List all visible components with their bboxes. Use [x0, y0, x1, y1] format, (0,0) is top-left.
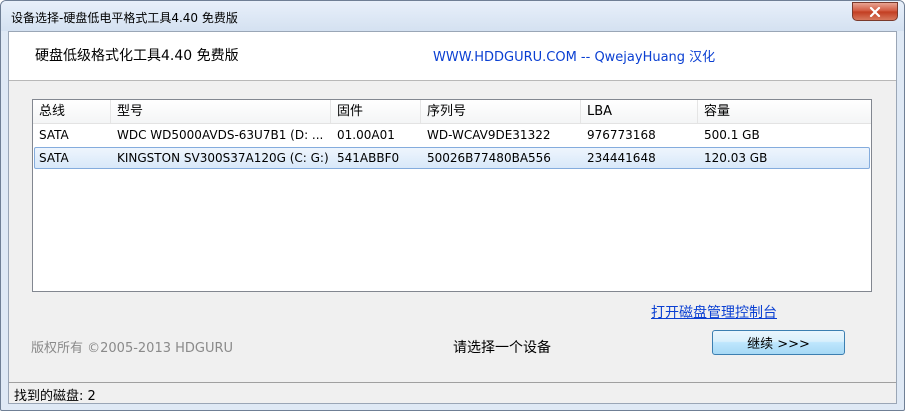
window-title: 设备选择-硬盘低电平格式工具4.40 免费版 — [11, 11, 238, 25]
cell-firmware: 541ABBF0 — [337, 151, 400, 165]
close-button[interactable] — [852, 2, 898, 21]
disks-found-status: 找到的磁盘: 2 — [14, 389, 96, 404]
cell-lba: 234441648 — [587, 151, 656, 165]
cell-bus: SATA — [39, 151, 69, 165]
table-row[interactable]: SATA WDC WD5000AVDS-63U7B1 (D: ... 01.00… — [34, 125, 870, 147]
device-list[interactable]: 总线 型号 固件 序列号 LBA 容量 SATA WDC WD5000AVDS-… — [32, 99, 872, 292]
copyright-text: 版权所有 ©2005-2013 HDGURU — [31, 341, 234, 356]
column-header-lba[interactable]: LBA — [581, 100, 698, 123]
continue-button[interactable]: 继续 >>> — [712, 330, 845, 355]
column-header-capacity[interactable]: 容量 — [698, 100, 871, 123]
client-area: 硬盘低级格式化工具4.40 免费版 WWW.HDDGURU.COM -- Qwe… — [8, 31, 897, 404]
cell-capacity: 500.1 GB — [704, 128, 760, 142]
cell-model: KINGSTON SV300S37A120G (C: G:) — [117, 151, 329, 165]
app-heading: 硬盘低级格式化工具4.40 免费版 — [35, 48, 239, 64]
column-header-serial[interactable]: 序列号 — [421, 100, 581, 123]
status-bar: 找到的磁盘: 2 — [9, 382, 896, 404]
cell-capacity: 120.03 GB — [704, 151, 768, 165]
cell-serial: 50026B77480BA556 — [427, 151, 551, 165]
header-panel: 硬盘低级格式化工具4.40 免费版 WWW.HDDGURU.COM -- Qwe… — [9, 32, 896, 81]
cell-lba: 976773168 — [587, 128, 656, 142]
app-window: 设备选择-硬盘低电平格式工具4.40 免费版 硬盘低级格式化工具4.40 免费版… — [0, 0, 905, 411]
cell-bus: SATA — [39, 128, 69, 142]
column-header-firmware[interactable]: 固件 — [331, 100, 421, 123]
cell-model: WDC WD5000AVDS-63U7B1 (D: ... — [117, 128, 324, 142]
list-header: 总线 型号 固件 序列号 LBA 容量 — [33, 100, 871, 124]
column-header-model[interactable]: 型号 — [111, 100, 331, 123]
column-header-bus[interactable]: 总线 — [33, 100, 111, 123]
table-row-selected[interactable]: SATA KINGSTON SV300S37A120G (C: G:) 541A… — [34, 147, 870, 169]
cell-firmware: 01.00A01 — [337, 128, 395, 142]
credit-link[interactable]: WWW.HDDGURU.COM -- QwejayHuang 汉化 — [433, 46, 715, 65]
title-bar[interactable]: 设备选择-硬盘低电平格式工具4.40 免费版 — [1, 1, 904, 31]
cell-serial: WD-WCAV9DE31322 — [427, 128, 551, 142]
select-device-prompt: 请选择一个设备 — [453, 340, 551, 356]
disk-management-link[interactable]: 打开磁盘管理控制台 — [651, 302, 777, 322]
close-icon — [869, 6, 881, 17]
